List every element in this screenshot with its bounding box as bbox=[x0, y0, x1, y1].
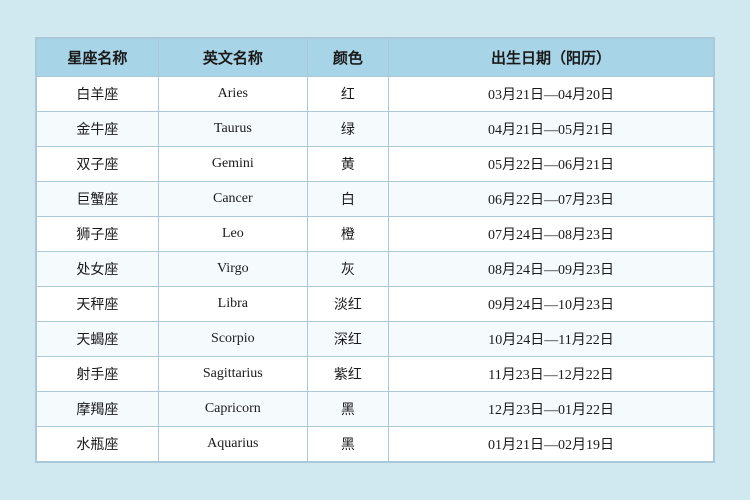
cell-chinese: 处女座 bbox=[37, 252, 159, 287]
cell-english: Aries bbox=[158, 77, 307, 112]
cell-color: 黑 bbox=[307, 392, 388, 427]
cell-color: 灰 bbox=[307, 252, 388, 287]
cell-date: 06月22日—07月23日 bbox=[389, 182, 714, 217]
cell-chinese: 狮子座 bbox=[37, 217, 159, 252]
cell-color: 紫红 bbox=[307, 357, 388, 392]
cell-color: 黑 bbox=[307, 427, 388, 462]
cell-color: 白 bbox=[307, 182, 388, 217]
cell-color: 橙 bbox=[307, 217, 388, 252]
cell-date: 11月23日—12月22日 bbox=[389, 357, 714, 392]
cell-chinese: 巨蟹座 bbox=[37, 182, 159, 217]
table-row: 白羊座Aries红03月21日—04月20日 bbox=[37, 77, 714, 112]
cell-english: Leo bbox=[158, 217, 307, 252]
cell-date: 03月21日—04月20日 bbox=[389, 77, 714, 112]
cell-chinese: 金牛座 bbox=[37, 112, 159, 147]
cell-date: 12月23日—01月22日 bbox=[389, 392, 714, 427]
cell-date: 07月24日—08月23日 bbox=[389, 217, 714, 252]
header-english: 英文名称 bbox=[158, 39, 307, 77]
table-row: 射手座Sagittarius紫红11月23日—12月22日 bbox=[37, 357, 714, 392]
cell-date: 08月24日—09月23日 bbox=[389, 252, 714, 287]
cell-color: 黄 bbox=[307, 147, 388, 182]
cell-english: Cancer bbox=[158, 182, 307, 217]
cell-chinese: 天蝎座 bbox=[37, 322, 159, 357]
table-row: 狮子座Leo橙07月24日—08月23日 bbox=[37, 217, 714, 252]
cell-english: Capricorn bbox=[158, 392, 307, 427]
cell-date: 04月21日—05月21日 bbox=[389, 112, 714, 147]
header-color: 颜色 bbox=[307, 39, 388, 77]
cell-english: Sagittarius bbox=[158, 357, 307, 392]
cell-color: 红 bbox=[307, 77, 388, 112]
cell-chinese: 白羊座 bbox=[37, 77, 159, 112]
cell-color: 绿 bbox=[307, 112, 388, 147]
cell-date: 05月22日—06月21日 bbox=[389, 147, 714, 182]
cell-english: Scorpio bbox=[158, 322, 307, 357]
cell-english: Aquarius bbox=[158, 427, 307, 462]
header-date: 出生日期（阳历） bbox=[389, 39, 714, 77]
cell-date: 09月24日—10月23日 bbox=[389, 287, 714, 322]
table-row: 天秤座Libra淡红09月24日—10月23日 bbox=[37, 287, 714, 322]
table-row: 金牛座Taurus绿04月21日—05月21日 bbox=[37, 112, 714, 147]
table-row: 天蝎座Scorpio深红10月24日—11月22日 bbox=[37, 322, 714, 357]
cell-color: 淡红 bbox=[307, 287, 388, 322]
cell-chinese: 射手座 bbox=[37, 357, 159, 392]
cell-chinese: 水瓶座 bbox=[37, 427, 159, 462]
table-row: 双子座Gemini黄05月22日—06月21日 bbox=[37, 147, 714, 182]
cell-chinese: 双子座 bbox=[37, 147, 159, 182]
cell-chinese: 天秤座 bbox=[37, 287, 159, 322]
header-chinese: 星座名称 bbox=[37, 39, 159, 77]
cell-english: Virgo bbox=[158, 252, 307, 287]
cell-date: 10月24日—11月22日 bbox=[389, 322, 714, 357]
zodiac-table-container: 星座名称 英文名称 颜色 出生日期（阳历） 白羊座Aries红03月21日—04… bbox=[35, 37, 715, 463]
cell-english: Gemini bbox=[158, 147, 307, 182]
cell-date: 01月21日—02月19日 bbox=[389, 427, 714, 462]
table-row: 水瓶座Aquarius黑01月21日—02月19日 bbox=[37, 427, 714, 462]
cell-english: Libra bbox=[158, 287, 307, 322]
cell-english: Taurus bbox=[158, 112, 307, 147]
table-header-row: 星座名称 英文名称 颜色 出生日期（阳历） bbox=[37, 39, 714, 77]
zodiac-table: 星座名称 英文名称 颜色 出生日期（阳历） 白羊座Aries红03月21日—04… bbox=[36, 38, 714, 462]
cell-chinese: 摩羯座 bbox=[37, 392, 159, 427]
cell-color: 深红 bbox=[307, 322, 388, 357]
table-row: 摩羯座Capricorn黑12月23日—01月22日 bbox=[37, 392, 714, 427]
table-row: 处女座Virgo灰08月24日—09月23日 bbox=[37, 252, 714, 287]
table-row: 巨蟹座Cancer白06月22日—07月23日 bbox=[37, 182, 714, 217]
